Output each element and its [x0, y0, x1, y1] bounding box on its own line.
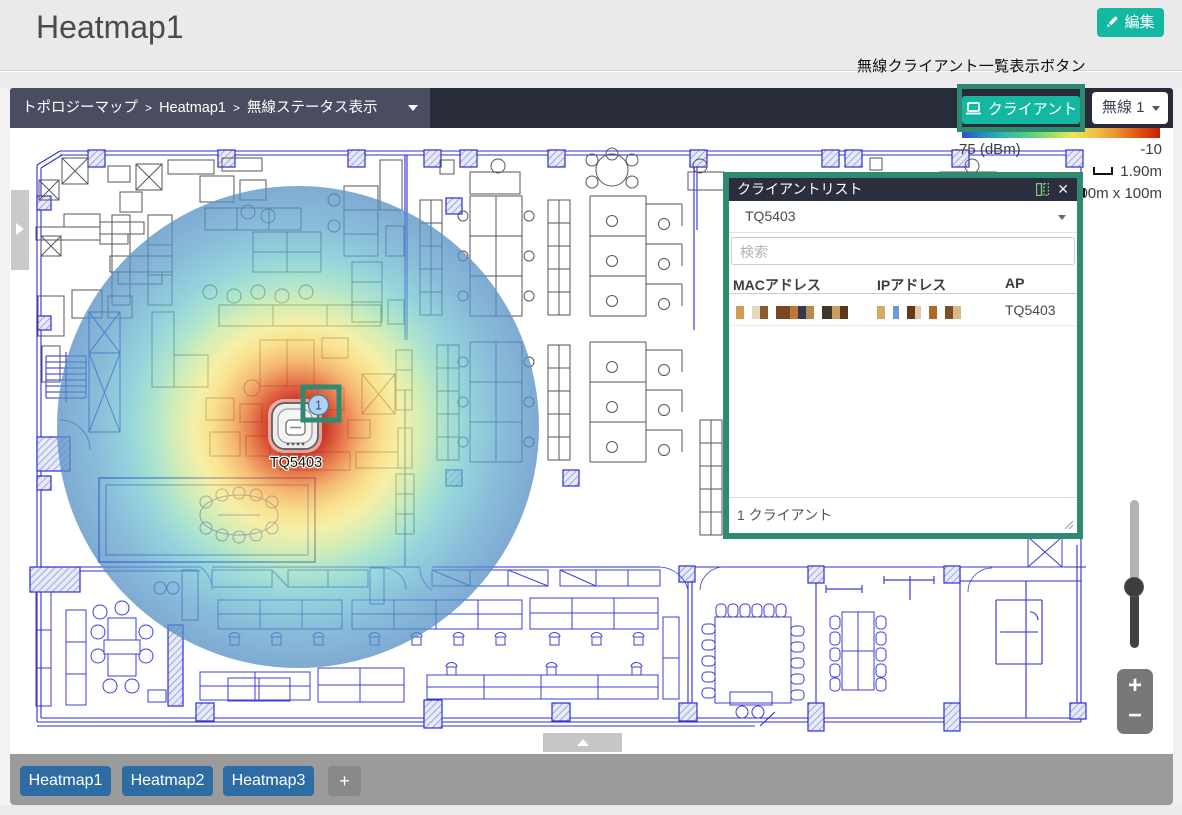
svg-text:TQ5403: TQ5403	[270, 455, 322, 471]
svg-text:1: 1	[315, 399, 322, 413]
